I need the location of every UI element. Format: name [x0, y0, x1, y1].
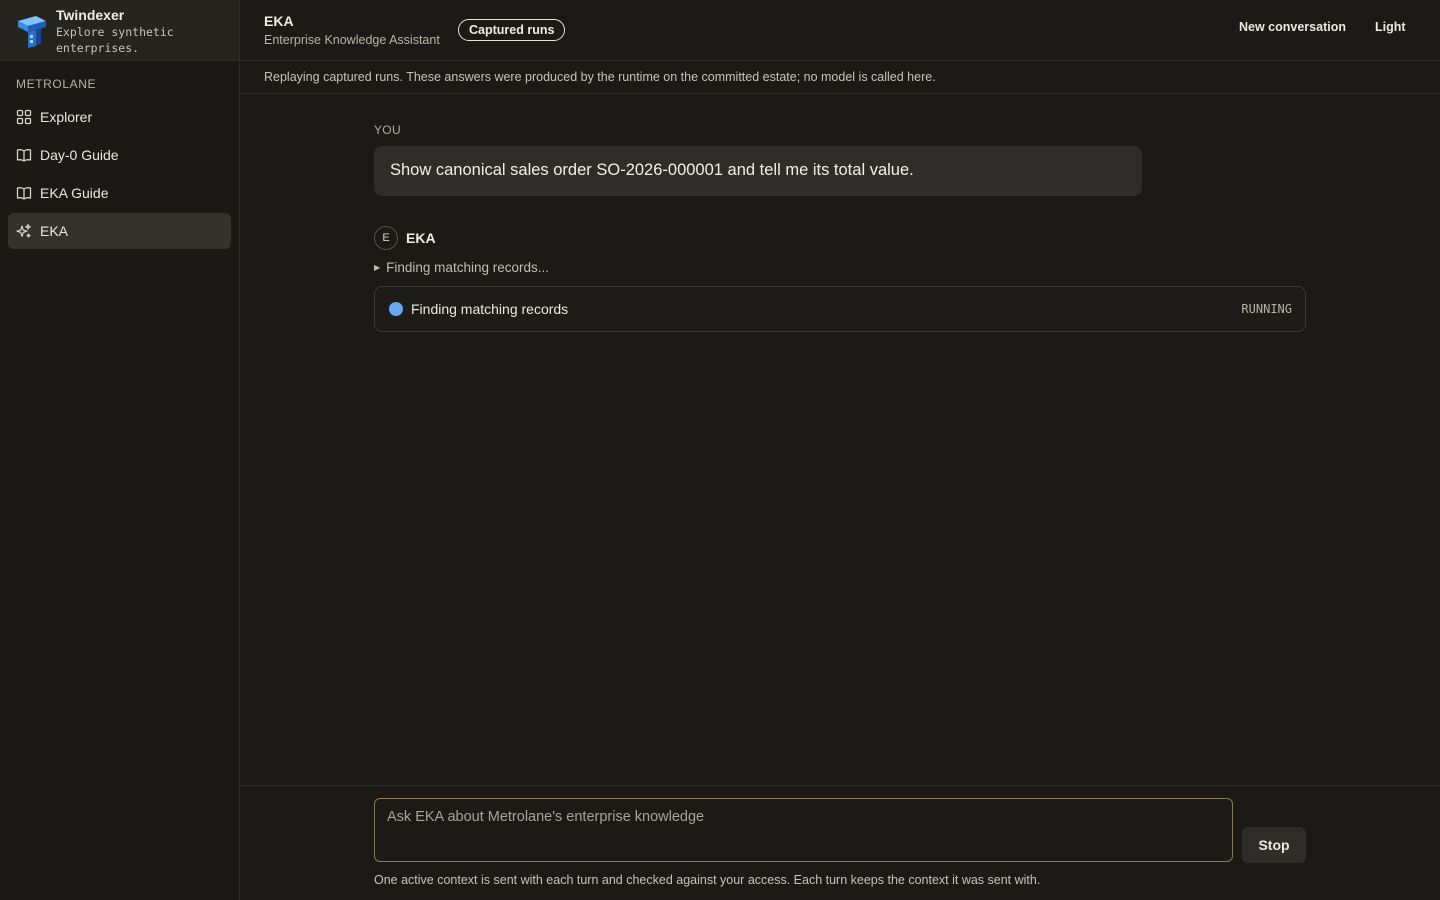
sidebar-item-eka-guide[interactable]: EKA Guide [8, 175, 231, 211]
disclosure-label: Finding matching records... [386, 260, 549, 275]
new-conversation-button[interactable]: New conversation [1239, 20, 1346, 34]
sidebar-nav: Explorer Day-0 Guide EKA Guide EKA [8, 99, 231, 251]
message-input[interactable] [374, 798, 1233, 862]
step-state: RUNNING [1241, 302, 1292, 316]
caret-right-icon: ▶ [374, 263, 381, 272]
stop-button[interactable]: Stop [1242, 827, 1306, 863]
sparkle-icon [16, 223, 32, 239]
sidebar-section-label: METROLANE [16, 77, 97, 91]
captured-runs-badge[interactable]: Captured runs [458, 19, 566, 41]
sidebar-item-label: EKA [40, 223, 69, 239]
sidebar-item-label: Explorer [40, 109, 93, 125]
book-icon [16, 185, 32, 201]
app: Twindexer Explore synthetic enterprises.… [0, 0, 1440, 900]
grid-icon [16, 109, 32, 125]
user-message: Show canonical sales order SO-2026-00000… [374, 146, 1142, 196]
top-header: EKA Enterprise Knowledge Assistant Captu… [240, 0, 1440, 61]
reasoning-disclosure[interactable]: ▶ Finding matching records... [374, 260, 549, 275]
page-title: EKA [264, 13, 294, 29]
book-icon [16, 147, 32, 163]
step-label: Finding matching records [411, 301, 569, 317]
sidebar-item-explorer[interactable]: Explorer [8, 99, 231, 135]
brand-name: Twindexer [56, 7, 125, 23]
sidebar-item-day0-guide[interactable]: Day-0 Guide [8, 137, 231, 173]
sidebar-item-label: Day-0 Guide [40, 147, 119, 163]
brand[interactable]: Twindexer Explore synthetic enterprises. [0, 0, 239, 61]
page-subtitle: Enterprise Knowledge Assistant [264, 33, 440, 47]
assistant-header: E EKA [374, 226, 436, 250]
composer-area: Stop One active context is sent with eac… [240, 785, 1440, 900]
theme-toggle-button[interactable]: Light [1375, 20, 1406, 34]
assistant-name: EKA [406, 230, 436, 246]
context-note: One active context is sent with each tur… [374, 873, 1041, 887]
assistant-avatar: E [374, 226, 398, 250]
step-status-card: Finding matching records RUNNING [374, 286, 1306, 332]
twindexer-logo-icon [14, 13, 50, 49]
running-status-dot-icon [389, 302, 403, 316]
brand-text: Twindexer Explore synthetic enterprises. [56, 7, 227, 56]
user-label: YOU [374, 123, 401, 137]
sidebar-item-label: EKA Guide [40, 185, 109, 201]
brand-tagline: Explore synthetic enterprises. [56, 25, 174, 55]
sidebar: Twindexer Explore synthetic enterprises.… [0, 0, 240, 900]
sidebar-item-eka[interactable]: EKA [8, 213, 231, 249]
replay-notice: Replaying captured runs. These answers w… [240, 61, 1440, 94]
